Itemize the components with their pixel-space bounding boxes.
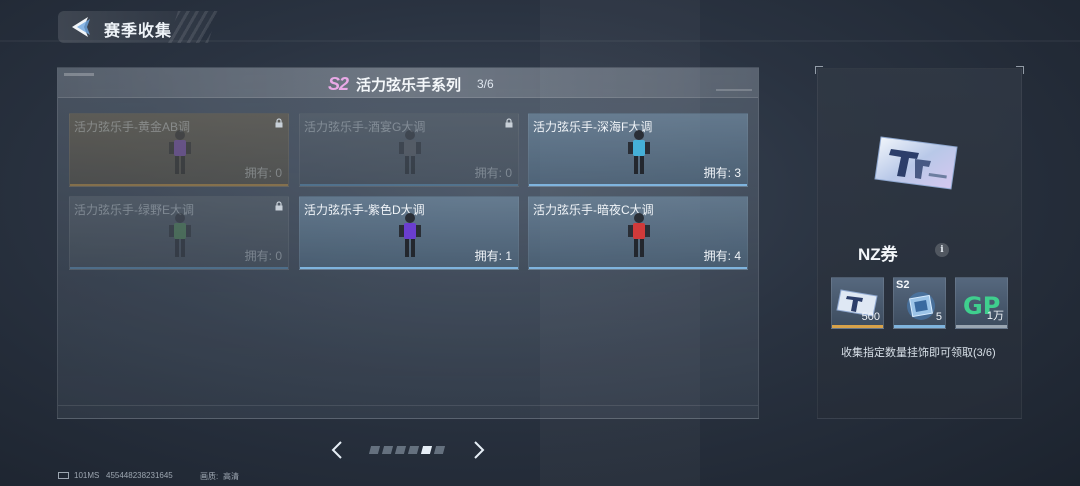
reward-item-s2-crate[interactable]: S2 5 <box>893 277 946 329</box>
character-figure-icon <box>399 213 421 257</box>
reward-quantity: 500 <box>861 311 880 323</box>
owned-count: 拥有: 0 <box>474 166 512 180</box>
card-rarity-bar <box>529 267 747 269</box>
page-title: 赛季收集 <box>104 23 173 40</box>
page-dot[interactable] <box>433 446 446 454</box>
character-figure-icon <box>399 130 421 174</box>
collection-card[interactable]: 活力弦乐手-酒宴G大调 拥有: 0 <box>299 113 519 187</box>
quality-label: 画质: <box>200 472 219 481</box>
reward-quantity: 1万 <box>986 310 1004 322</box>
page-dot[interactable] <box>368 446 381 454</box>
panel-decoration <box>716 89 752 91</box>
lock-icon <box>275 201 283 211</box>
owned-count: 拥有: 3 <box>703 166 741 180</box>
owned-count: 拥有: 1 <box>474 249 512 263</box>
page-dot[interactable] <box>407 446 420 454</box>
card-rarity-bar <box>529 184 747 186</box>
network-icon <box>58 472 69 479</box>
collection-card[interactable]: 活力弦乐手-暗夜C大调 拥有: 4 <box>528 196 748 270</box>
card-rarity-bar <box>70 267 288 269</box>
reward-item-nz-ticket[interactable]: 500 <box>831 277 884 329</box>
reward-quantity: 5 <box>935 311 942 323</box>
lock-icon <box>275 118 283 128</box>
page-dot[interactable] <box>420 446 433 454</box>
corner-decoration <box>815 66 823 74</box>
series-title: 活力弦乐手系列 <box>356 77 462 94</box>
character-figure-icon <box>628 213 650 257</box>
chevron-left-icon <box>331 441 342 459</box>
owned-count: 拥有: 0 <box>244 166 282 180</box>
back-button[interactable] <box>68 15 94 39</box>
prev-page-button[interactable] <box>330 440 344 460</box>
corner-decoration <box>1016 66 1024 74</box>
owned-count: 拥有: 0 <box>244 249 282 263</box>
ping-text: 101MS <box>74 471 100 480</box>
reward-rarity-bar <box>894 325 945 328</box>
next-page-button[interactable] <box>472 440 486 460</box>
collection-card[interactable]: 活力弦乐手-绿野E大调 拥有: 0 <box>69 196 289 270</box>
reward-rarity-bar <box>832 325 883 328</box>
series-count: 3/6 <box>477 77 494 91</box>
card-rarity-bar <box>300 184 518 186</box>
collection-card[interactable]: 活力弦乐手-紫色D大调 拥有: 1 <box>299 196 519 270</box>
reward-rarity-bar <box>956 325 1007 328</box>
back-arrow-icon <box>72 17 90 37</box>
character-figure-icon <box>169 130 191 174</box>
collection-card[interactable]: 活力弦乐手-深海F大调 拥有: 3 <box>528 113 748 187</box>
lock-icon <box>505 118 513 128</box>
reward-panel <box>817 68 1022 419</box>
reward-item-gp[interactable]: GP 1万 <box>955 277 1008 329</box>
nz-ticket-image <box>871 133 961 191</box>
character-figure-icon <box>628 130 650 174</box>
season-badge: S2 <box>328 74 349 94</box>
card-rarity-bar <box>300 267 518 269</box>
collection-card[interactable]: 活力弦乐手-黄金AB调 拥有: 0 <box>69 113 289 187</box>
page-dot[interactable] <box>394 446 407 454</box>
chevron-right-icon <box>474 441 485 459</box>
quality-value: 高清 <box>223 472 239 481</box>
panel-decoration <box>64 73 94 76</box>
character-figure-icon <box>169 213 191 257</box>
page-indicator <box>368 446 446 454</box>
page-dot[interactable] <box>381 446 394 454</box>
card-rarity-bar <box>70 184 288 186</box>
uid-text: 455448238231645 <box>106 471 173 480</box>
owned-count: 拥有: 4 <box>703 249 741 263</box>
reward-description: 收集指定数量挂饰即可领取(3/6) <box>841 347 996 359</box>
reward-title: NZ券 <box>858 245 898 264</box>
panel-divider <box>58 405 758 406</box>
info-icon[interactable]: i <box>935 243 949 257</box>
